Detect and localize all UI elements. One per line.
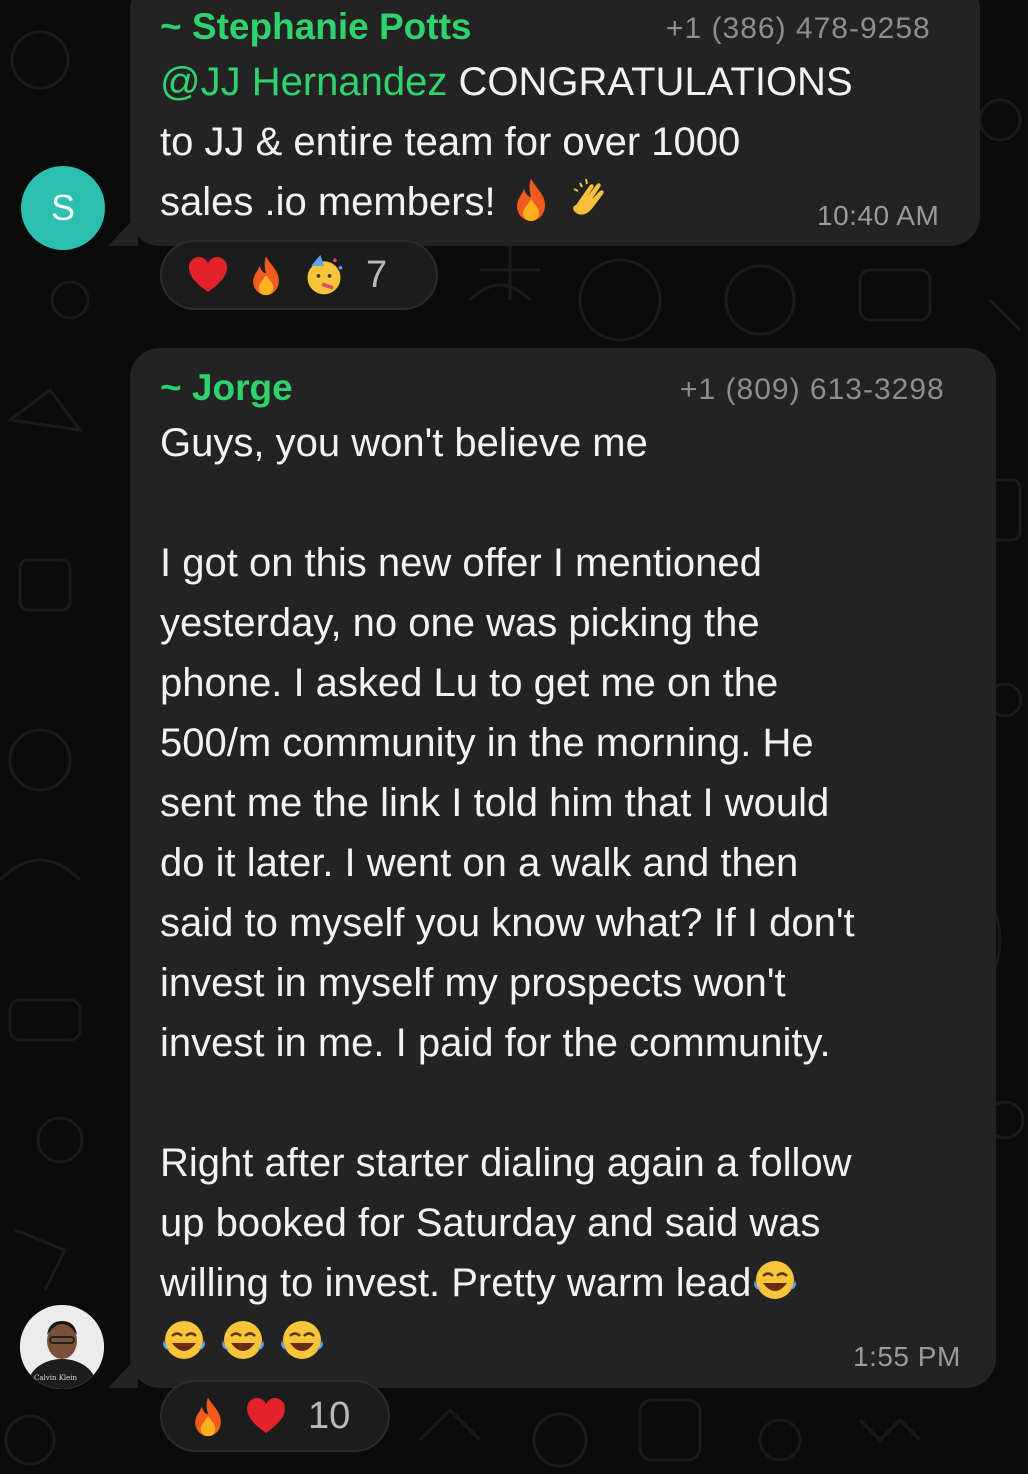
heart-emoji [189,257,227,292]
tears-of-joy-emoji [163,1321,205,1359]
message-time: 1:55 PM [853,1341,961,1372]
tears-of-joy-emoji [222,1321,265,1359]
message-text-line1: CONGRATULATIONS [447,60,853,104]
message-text-line2: to JJ & entire team for over 1000 [160,120,741,164]
message-line: willing to invest. Pretty warm lead [160,1261,752,1305]
avatar-photo-image: Calvin Klein [20,1305,104,1389]
mention-link[interactable]: @JJ Hernandez [160,60,447,104]
message-text: Guys, you won't believe me I got on this… [160,413,980,1373]
message-line: up booked for Saturday and said was [160,1201,821,1245]
message-line: Right after starter dialing again a foll… [160,1141,852,1185]
message-line: invest in myself my prospects won't [160,961,786,1005]
sender-phone: +1 (386) 478-9258 [666,12,931,45]
message-line: phone. I asked Lu to get me on the [160,661,779,705]
bubble-tail [108,1356,138,1388]
message-line-blank [160,1073,980,1133]
fire-emoji [516,179,545,221]
reaction-count: 10 [308,1394,351,1437]
reactions-bar[interactable]: 10 [160,1380,390,1452]
message-line: said to myself you know what? If I don't [160,901,855,945]
bubble-tail [108,214,138,246]
message-line: Guys, you won't believe me [160,421,648,465]
fire-emoji [195,1397,221,1437]
heart-emoji [247,1398,285,1433]
sender-name[interactable]: ~ Jorge [160,367,293,409]
message-text-line3: sales .io members! [160,180,507,224]
message-line-with-emoji: willing to invest. Pretty warm lead [160,1253,980,1313]
reaction-count: 7 [366,253,388,296]
reactions-bar[interactable]: 7 [160,240,438,310]
fire-emoji [253,256,279,296]
message-line: yesterday, no one was picking the [160,601,760,645]
clapping-hands-emoji [573,178,604,215]
message-time: 10:40 AM [817,200,940,231]
message-line: do it later. I went on a walk and then [160,841,799,885]
message-line: I got on this new offer I mentioned [160,541,762,585]
message-line: 500/m community in the morning. He [160,721,814,765]
party-face-emoji [307,254,343,295]
avatar-stephanie[interactable]: S [21,166,105,250]
avatar-jorge[interactable]: Calvin Klein [20,1305,104,1389]
tears-of-joy-emoji [281,1321,324,1359]
sender-phone: +1 (809) 613-3298 [680,373,945,406]
sender-name[interactable]: ~ Stephanie Potts [160,6,471,48]
tears-of-joy-emoji [754,1261,797,1299]
avatar-shirt-text: Calvin Klein [34,1374,78,1382]
message-line-blank [160,473,980,533]
avatar-initial: S [50,187,75,228]
message-line: sent me the link I told him that I would [160,781,830,825]
message-line: invest in me. I paid for the community. [160,1021,831,1065]
